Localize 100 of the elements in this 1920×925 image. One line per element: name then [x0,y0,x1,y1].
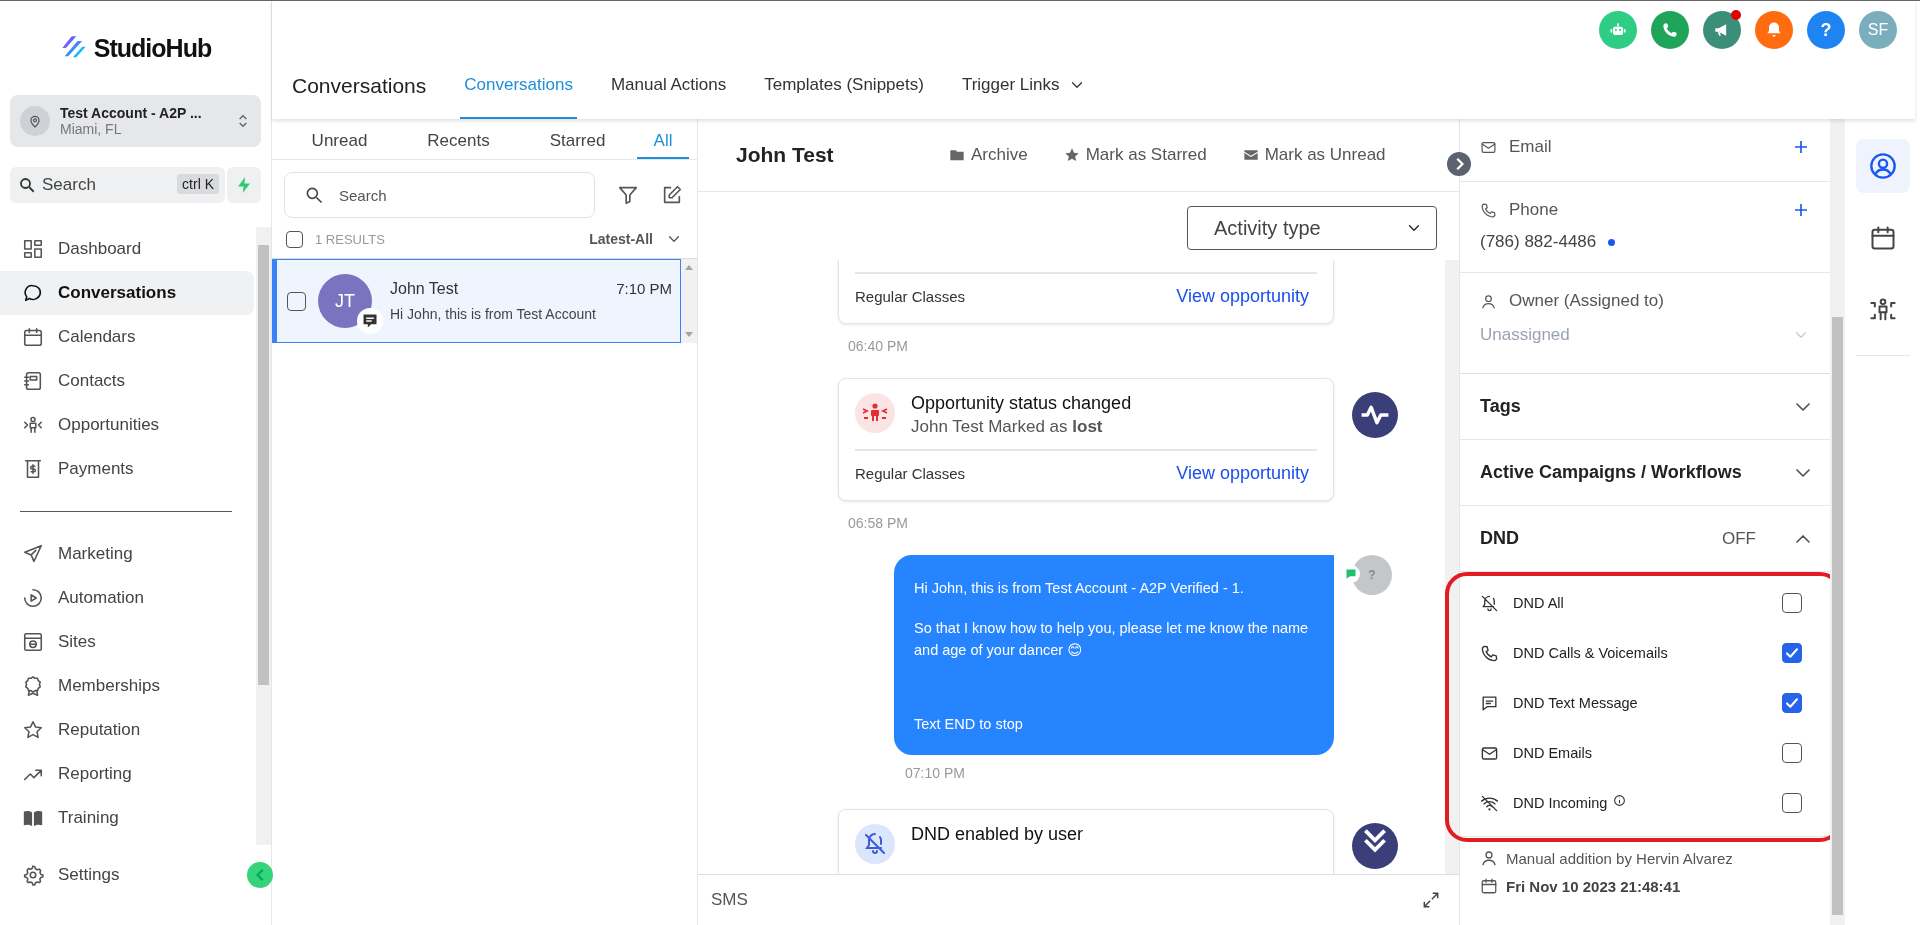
results-count: 1 RESULTS [315,231,386,247]
scrollbar[interactable] [1830,119,1845,925]
nav-item[interactable]: Calendars [0,315,254,359]
paper-plane-icon [22,543,44,565]
nav-item[interactable]: Marketing [0,532,254,576]
view-opportunity-link[interactable]: View opportunity [1176,286,1309,307]
field-label: Email [1509,137,1552,157]
activity-type-dropdown[interactable]: Activity type [1187,206,1437,250]
tab[interactable]: Trigger Links [957,61,1090,119]
opportunity-icon [855,393,895,433]
sms-badge-icon [357,308,383,334]
chevron-up-icon [1796,534,1810,543]
activity-title: Opportunity status changed [911,393,1132,414]
archive-button[interactable]: Archive [949,145,1028,165]
collapse-button[interactable] [247,862,273,888]
checkbox[interactable] [1782,593,1802,613]
account-switcher[interactable]: Test Account - A2P ... Miami, FL [10,95,261,147]
account-location: Miami, FL [60,121,123,137]
nav-item[interactable]: Training [0,796,254,840]
channel-label: SMS [711,890,748,910]
notification-dot [1731,10,1741,20]
envelope-icon [1242,147,1259,163]
pipeline-name: Regular Classes [855,465,966,482]
filter-tab[interactable]: All [637,121,689,159]
search-field[interactable]: Search [284,172,595,218]
field-label: Owner (Assigned to) [1509,291,1664,311]
filter-icon[interactable] [617,184,639,206]
checkbox[interactable] [1782,643,1802,663]
nav-item[interactable]: Reputation [0,708,254,752]
sort-dropdown[interactable]: Latest-All [589,230,683,248]
info-icon[interactable] [1613,793,1627,807]
dnd-option-label: DND All [1513,595,1564,611]
contact-name: John Test [390,280,459,298]
user-circle-tab[interactable] [1855,139,1910,193]
dnd-option-label: DND Incoming [1513,795,1608,811]
timestamp: 06:58 PM [847,514,909,533]
activity-title: DND enabled by user [911,824,1084,845]
settings-icon [22,864,44,886]
nav-item[interactable]: Reporting [0,752,254,796]
activity-icon [1352,392,1398,438]
receipt-icon [22,458,44,480]
star-icon [22,719,44,741]
dnd-source: Manual addition by Hervin Alvarez [1506,849,1733,867]
filter-tab[interactable]: Unread [280,121,399,159]
scrollbar[interactable] [256,227,271,845]
nav-item[interactable]: Contacts [0,359,254,403]
bell-off-icon [1480,593,1499,613]
search-icon [304,185,324,205]
add-icon[interactable] [1792,201,1810,219]
nav-item[interactable]: Memberships [0,664,254,708]
chevron-left-icon [255,868,265,882]
folder-icon [949,147,965,163]
account-name: Test Account - A2P ... [60,105,203,121]
megaphone-button[interactable] [1703,11,1741,49]
person-icon [1480,849,1498,867]
expand-panel-button[interactable] [1447,152,1471,176]
phone-icon [1660,20,1680,40]
star-button[interactable]: Mark as Starred [1063,145,1207,165]
tab[interactable]: Conversations [460,61,577,119]
mark-unread-button[interactable]: Mark as Unread [1242,145,1386,165]
checkbox[interactable] [287,291,306,311]
award-icon [22,675,44,697]
tab[interactable]: Manual Actions [606,61,731,119]
nav-item[interactable]: Dashboard [0,227,254,271]
nav-item[interactable]: Payments [0,447,254,491]
timestamp: 07:10 PM [904,764,966,783]
expand-icon[interactable] [1421,890,1441,910]
checkbox[interactable] [1782,793,1802,813]
add-icon[interactable] [1792,138,1810,156]
nav-item[interactable]: Automation [0,576,254,620]
lightning-icon [238,177,250,193]
person-icon [1480,292,1497,310]
checkbox[interactable] [1782,743,1802,763]
compose-icon[interactable] [661,184,683,206]
scroll-down-icon[interactable] [1352,823,1398,869]
filter-tab[interactable]: Recents [399,121,518,159]
select-all-checkbox[interactable] [286,230,303,248]
scrollbar[interactable] [681,259,697,343]
help-button[interactable]: ? [1807,11,1845,49]
browser-icon [22,631,44,653]
phone-icon [1480,201,1497,219]
nav-item[interactable]: Conversations [0,271,254,315]
phone-button[interactable] [1651,11,1689,49]
message-time: 7:10 PM [616,280,672,298]
phone-number: (786) 882-4486 [1480,232,1597,252]
user-circle-icon [1868,152,1897,180]
bell-button[interactable] [1755,11,1793,49]
tab[interactable]: Templates (Snippets) [760,61,928,119]
check-icon [1786,648,1798,658]
view-opportunity-link[interactable]: View opportunity [1176,463,1309,484]
nav-item[interactable]: Sites [0,620,254,664]
page-title: Conversations [292,74,427,99]
calendar-icon [22,326,44,348]
settings-nav-item[interactable]: Settings [0,853,142,897]
checkbox[interactable] [1782,693,1802,713]
conversation-item[interactable]: JT John Test 7:10 PM Hi John, this is from Test Account [272,259,681,343]
contact-name: John Test [736,143,835,167]
filter-tab[interactable]: Starred [518,121,637,159]
nav-item[interactable]: Opportunities [0,403,254,447]
check-icon [1786,698,1798,708]
